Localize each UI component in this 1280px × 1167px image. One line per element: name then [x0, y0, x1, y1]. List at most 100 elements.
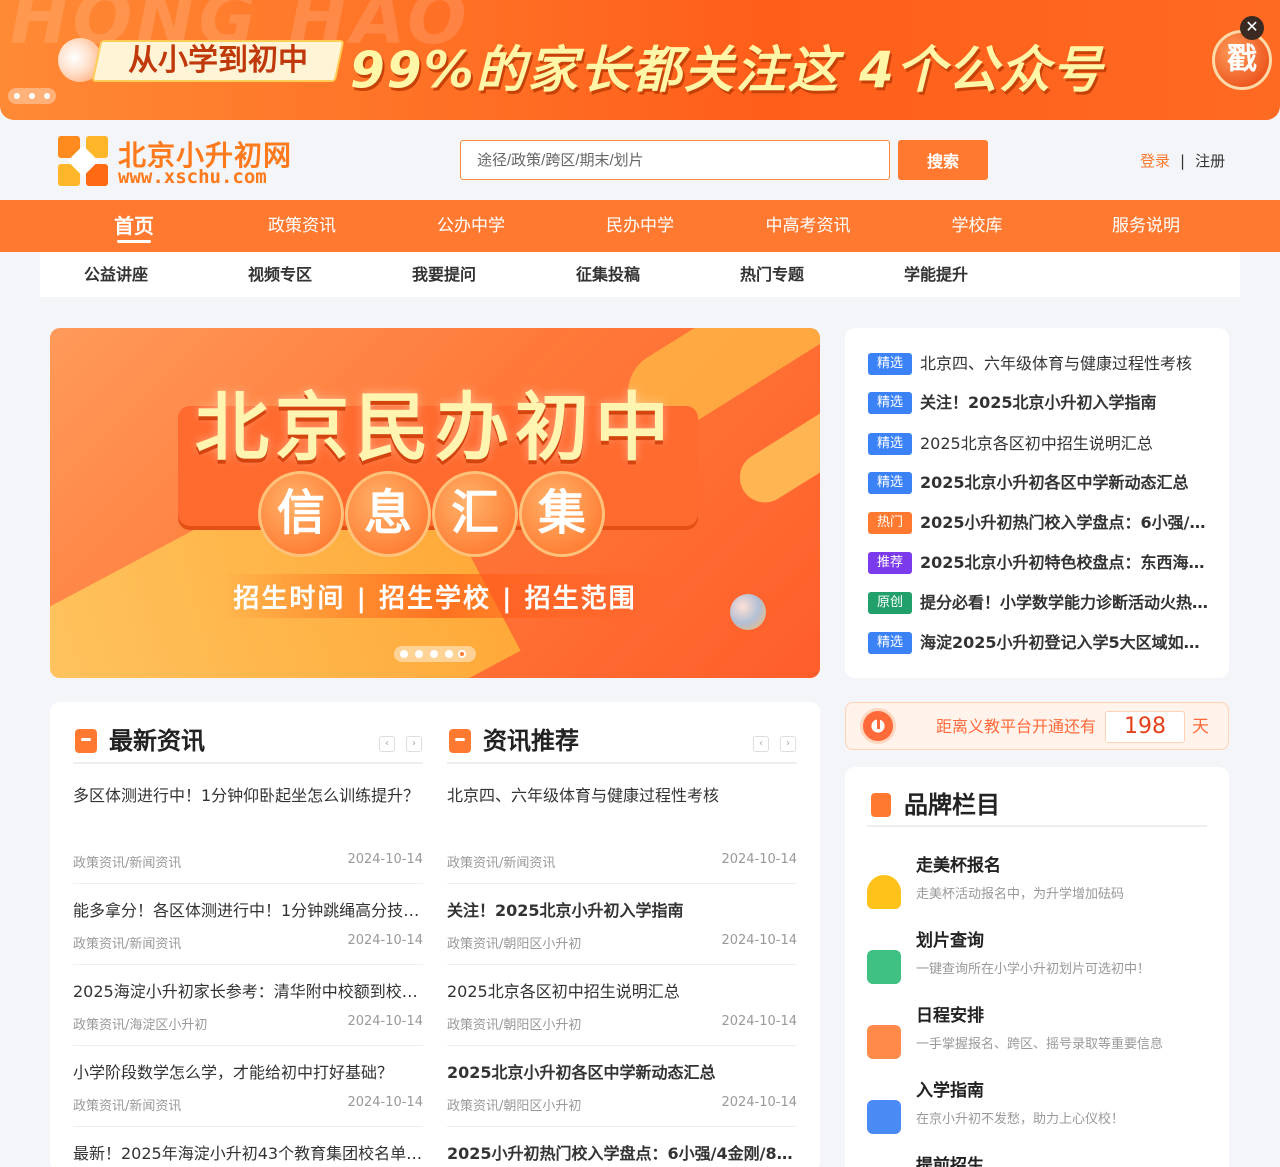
- nav-item-school-library[interactable]: 学校库: [952, 200, 1003, 252]
- news-title[interactable]: 提分必看！小学数学能力诊断活动火热进行中: [920, 589, 1213, 617]
- auth-links: 登录 | 注册: [1140, 150, 1225, 171]
- news-title[interactable]: 小学阶段数学怎么学，才能给初中打好基础？: [73, 1061, 423, 1085]
- news-title[interactable]: 多区体测进行中！1分钟仰卧起坐怎么训练提升？: [73, 784, 423, 808]
- prev-arrow-icon[interactable]: ‹: [379, 736, 395, 752]
- list-item[interactable]: 原创 提分必看！小学数学能力诊断活动火热进行中: [868, 589, 1213, 617]
- sub-nav: 公益讲座 视频专区 我要提问 征集投稿 热门专题 学能提升: [40, 252, 1240, 297]
- news-title[interactable]: 2025北京小升初特色校盘点：东西海朝丰石: [920, 549, 1213, 577]
- nav-item-public-school[interactable]: 公办中学: [437, 200, 505, 252]
- top-banner-ad[interactable]: HONG HAO 从小学到初中 99%的家长都关注这 4个公众号 戳 ✕: [0, 0, 1280, 120]
- brand-header: 品牌栏目: [867, 785, 1207, 827]
- nav-item-private-school[interactable]: 民办中学: [606, 200, 674, 252]
- auth-separator: |: [1180, 152, 1186, 170]
- hero-circle-char: 信: [258, 471, 344, 557]
- news-title[interactable]: 海淀2025小升初登记入学5大区域如何划分: [920, 629, 1213, 657]
- brand-item-zoumei[interactable]: 走美杯报名 走美杯活动报名中，为升学增加砝码: [867, 851, 1207, 921]
- news-title[interactable]: 2025小升初热门校入学盘点：6小强/4金刚/8大名校: [920, 509, 1213, 537]
- bookmark-icon: [871, 793, 891, 817]
- news-tag: 精选: [868, 353, 912, 375]
- hero-circle-char: 集: [519, 471, 605, 557]
- pagination-dot[interactable]: [400, 650, 408, 658]
- subnav-item-ability[interactable]: 学能提升: [904, 252, 968, 297]
- trophy-icon: [867, 875, 901, 909]
- news-category[interactable]: 政策资讯/朝阳区小升初: [447, 1014, 581, 1033]
- news-title[interactable]: 2025北京各区初中招生说明汇总: [447, 980, 797, 1004]
- news-title[interactable]: 2025北京各区初中招生说明汇总: [920, 430, 1213, 458]
- news-category[interactable]: 政策资讯/新闻资讯: [73, 1095, 181, 1114]
- news-category[interactable]: 政策资讯/新闻资讯: [73, 933, 181, 952]
- nav-item-home[interactable]: 首页: [114, 200, 154, 252]
- news-tag: 精选: [868, 392, 912, 414]
- list-item[interactable]: 推荐 2025北京小升初特色校盘点：东西海朝丰石: [868, 549, 1213, 577]
- news-title[interactable]: 关注！2025北京小升初入学指南: [920, 389, 1213, 417]
- news-title[interactable]: 2025海淀小升初家长参考：清华附中校额到校名额: [73, 980, 423, 1004]
- hero-pagination[interactable]: [394, 646, 476, 662]
- subnav-item-submit[interactable]: 征集投稿: [576, 252, 640, 297]
- pagination-dot-active[interactable]: [458, 650, 466, 658]
- nav-item-policy[interactable]: 政策资讯: [268, 200, 336, 252]
- news-title[interactable]: 北京四、六年级体育与健康过程性考核: [447, 784, 797, 808]
- list-item[interactable]: 精选 2025北京各区初中招生说明汇总: [868, 430, 1213, 458]
- nav-item-service[interactable]: 服务说明: [1112, 200, 1180, 252]
- search-input[interactable]: [460, 140, 890, 180]
- search-button[interactable]: 搜索: [898, 140, 988, 180]
- brand-item-name[interactable]: 提前招生: [916, 1151, 984, 1167]
- brand-item-early-admission[interactable]: 提前招生: [867, 1151, 1207, 1167]
- list-item[interactable]: 2025海淀小升初家长参考：清华附中校额到校名额 政策资讯/海淀区小升初 202…: [73, 980, 423, 1046]
- next-arrow-icon[interactable]: ›: [780, 736, 796, 752]
- section-title: 最新资讯: [109, 727, 205, 755]
- list-item[interactable]: 关注！2025北京小升初入学指南 政策资讯/朝阳区小升初 2024-10-14: [447, 899, 797, 965]
- news-title[interactable]: 2025北京小升初各区中学新动态汇总: [447, 1061, 797, 1085]
- pagination-dot[interactable]: [415, 650, 423, 658]
- bubble-icon: [730, 594, 766, 630]
- news-category[interactable]: 政策资讯/朝阳区小升初: [447, 933, 581, 952]
- subnav-item-hot-topics[interactable]: 热门专题: [740, 252, 804, 297]
- brand-item-name[interactable]: 日程安排: [916, 1001, 984, 1026]
- brand-item-district-lookup[interactable]: 划片查询 一键查询所在小学小升初划片可选初中！: [867, 926, 1207, 996]
- list-item[interactable]: 精选 北京四、六年级体育与健康过程性考核: [868, 350, 1213, 378]
- news-category[interactable]: 政策资讯/新闻资讯: [447, 852, 555, 871]
- news-title[interactable]: 2025北京小升初各区中学新动态汇总: [920, 469, 1213, 497]
- news-panel: 最新资讯 ‹ › 多区体测进行中！1分钟仰卧起坐怎么训练提升？ 政策资讯/新闻资…: [50, 702, 820, 1167]
- news-category[interactable]: 政策资讯/海淀区小升初: [73, 1014, 207, 1033]
- subnav-item-lecture[interactable]: 公益讲座: [84, 252, 148, 297]
- brand-item-schedule[interactable]: 日程安排 一手掌握报名、跨区、摇号录取等重要信息: [867, 1001, 1207, 1071]
- news-title[interactable]: 2025小升初热门校入学盘点：6小强/4金刚/8大名校: [447, 1142, 797, 1166]
- list-item[interactable]: 热门 2025小升初热门校入学盘点：6小强/4金刚/8大名校: [868, 509, 1213, 537]
- login-link[interactable]: 登录: [1140, 152, 1170, 170]
- site-logo-icon[interactable]: [58, 136, 108, 186]
- news-title[interactable]: 关注！2025北京小升初入学指南: [447, 899, 797, 923]
- register-link[interactable]: 注册: [1195, 152, 1225, 170]
- close-banner-icon[interactable]: ✕: [1240, 16, 1264, 40]
- brand-item-name[interactable]: 入学指南: [916, 1076, 984, 1101]
- news-category[interactable]: 政策资讯/朝阳区小升初: [447, 1095, 581, 1114]
- brand-item-guide[interactable]: 入学指南 在京小升初不发愁，助力上心仪校！: [867, 1076, 1207, 1146]
- list-item[interactable]: 精选 海淀2025小升初登记入学5大区域如何划分: [868, 629, 1213, 657]
- list-item[interactable]: 2025北京小升初各区中学新动态汇总 政策资讯/朝阳区小升初 2024-10-1…: [447, 1061, 797, 1127]
- list-item[interactable]: 2025小升初热门校入学盘点：6小强/4金刚/8大名校: [447, 1142, 797, 1167]
- hero-carousel[interactable]: 北京民办初中 信 息 汇 集 招生时间 | 招生学校 | 招生范围: [50, 328, 820, 678]
- news-title[interactable]: 北京四、六年级体育与健康过程性考核: [920, 350, 1213, 378]
- news-tag: 推荐: [868, 552, 912, 574]
- list-item[interactable]: 最新！2025年海淀小升初43个教育集团校名单汇总: [73, 1142, 423, 1167]
- prev-arrow-icon[interactable]: ‹: [753, 736, 769, 752]
- news-category[interactable]: 政策资讯/新闻资讯: [73, 852, 181, 871]
- list-item[interactable]: 精选 关注！2025北京小升初入学指南: [868, 389, 1213, 417]
- subnav-item-ask[interactable]: 我要提问: [412, 252, 476, 297]
- pagination-dot[interactable]: [430, 650, 438, 658]
- brand-item-name[interactable]: 走美杯报名: [916, 851, 1001, 876]
- brand-item-name[interactable]: 划片查询: [916, 926, 984, 951]
- news-title[interactable]: 能多拿分！各区体测进行中！1分钟跳绳高分技巧汇总: [73, 899, 423, 923]
- banner-stamp-button[interactable]: 戳: [1212, 30, 1272, 90]
- subnav-item-video[interactable]: 视频专区: [248, 252, 312, 297]
- list-item[interactable]: 能多拿分！各区体测进行中！1分钟跳绳高分技巧汇总 政策资讯/新闻资讯 2024-…: [73, 899, 423, 965]
- pagination-dot[interactable]: [445, 650, 453, 658]
- next-arrow-icon[interactable]: ›: [406, 736, 422, 752]
- news-title[interactable]: 最新！2025年海淀小升初43个教育集团校名单汇总: [73, 1142, 423, 1166]
- list-item[interactable]: 多区体测进行中！1分钟仰卧起坐怎么训练提升？ 政策资讯/新闻资讯 2024-10…: [73, 784, 423, 884]
- list-item[interactable]: 北京四、六年级体育与健康过程性考核 政策资讯/新闻资讯 2024-10-14: [447, 784, 797, 884]
- list-item[interactable]: 2025北京各区初中招生说明汇总 政策资讯/朝阳区小升初 2024-10-14: [447, 980, 797, 1046]
- list-item[interactable]: 小学阶段数学怎么学，才能给初中打好基础？ 政策资讯/新闻资讯 2024-10-1…: [73, 1061, 423, 1127]
- list-item[interactable]: 精选 2025北京小升初各区中学新动态汇总: [868, 469, 1213, 497]
- nav-item-exam-news[interactable]: 中高考资讯: [766, 200, 851, 252]
